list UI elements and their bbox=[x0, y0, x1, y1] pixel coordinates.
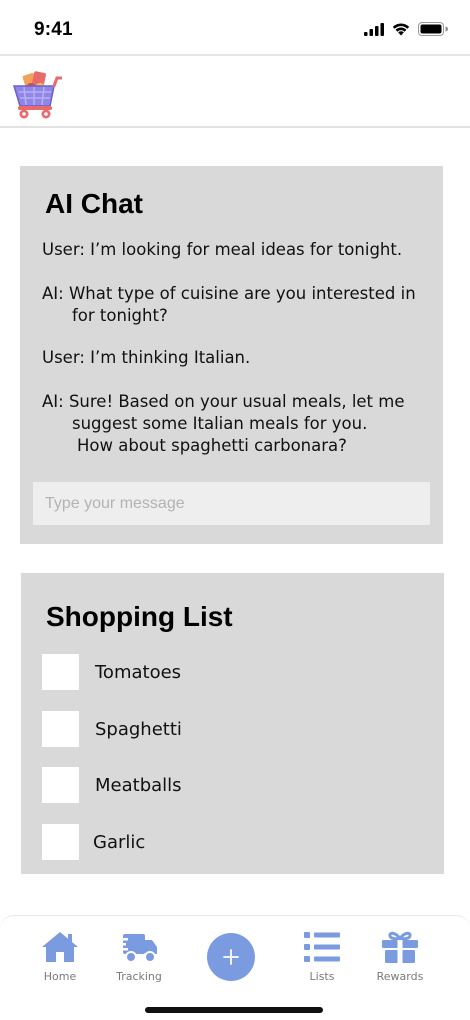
nav-label: Rewards bbox=[376, 970, 424, 983]
list-item[interactable]: Spaghetti bbox=[42, 711, 182, 747]
shopping-cart-logo-icon[interactable] bbox=[10, 68, 62, 120]
chat-message-text: AI: What type of cuisine are you interes… bbox=[42, 284, 416, 303]
item-label: Garlic bbox=[93, 831, 146, 853]
chat-message: AI: Sure! Based on your usual meals, let… bbox=[42, 391, 432, 457]
ai-chat-title: AI Chat bbox=[45, 188, 143, 219]
chat-message: AI: What type of cuisine are you interes… bbox=[42, 283, 432, 327]
chat-message-text: AI: Sure! Based on your usual meals, let… bbox=[42, 392, 405, 411]
home-indicator bbox=[145, 1007, 323, 1013]
list-item[interactable]: Meatballs bbox=[42, 767, 182, 803]
chat-message-text: for tonight? bbox=[72, 306, 168, 325]
status-icons bbox=[364, 22, 448, 36]
item-label: Tomatoes bbox=[95, 661, 182, 683]
nav-label: Lists bbox=[309, 970, 335, 983]
app-header bbox=[0, 58, 470, 128]
battery-icon bbox=[418, 22, 448, 36]
bottom-nav: Home Tracking Lists Rewards bbox=[0, 915, 470, 1020]
plus-icon bbox=[223, 949, 239, 965]
nav-item-home[interactable]: Home bbox=[25, 930, 95, 983]
nav-item-tracking[interactable]: Tracking bbox=[104, 930, 174, 983]
item-checkbox[interactable] bbox=[42, 824, 79, 860]
nav-item-lists[interactable]: Lists bbox=[287, 930, 357, 983]
chat-message: User: I’m looking for meal ideas for ton… bbox=[42, 239, 432, 261]
list-icon bbox=[304, 932, 340, 962]
nav-label: Home bbox=[43, 970, 77, 983]
item-checkbox[interactable] bbox=[42, 767, 79, 803]
list-item[interactable]: Garlic bbox=[42, 824, 145, 860]
wifi-icon bbox=[392, 23, 410, 35]
ai-chat-card: AI Chat User: I’m looking for meal ideas… bbox=[20, 166, 443, 544]
list-item[interactable]: Tomatoes bbox=[42, 654, 181, 690]
nav-label: Tracking bbox=[116, 970, 162, 983]
chat-message-input[interactable]: Type your message bbox=[33, 482, 430, 525]
cellular-signal-icon bbox=[364, 22, 384, 36]
chat-message: User: I’m thinking Italian. bbox=[42, 347, 432, 369]
item-label: Spaghetti bbox=[95, 718, 182, 740]
shopping-list-title: Shopping List bbox=[46, 601, 233, 632]
add-button[interactable] bbox=[207, 933, 255, 981]
chat-message-text: User: I’m looking for meal ideas for ton… bbox=[42, 240, 403, 259]
chat-message-text: User: I’m thinking Italian. bbox=[42, 348, 251, 367]
status-time: 9:41 bbox=[34, 19, 73, 40]
chat-input-placeholder: Type your message bbox=[45, 494, 185, 512]
delivery-truck-icon bbox=[119, 934, 157, 963]
item-checkbox[interactable] bbox=[42, 711, 79, 747]
home-icon bbox=[42, 932, 78, 962]
status-bar: 9:41 bbox=[0, 0, 470, 56]
item-checkbox[interactable] bbox=[42, 654, 79, 690]
item-label: Meatballs bbox=[95, 774, 182, 796]
gift-icon bbox=[382, 931, 418, 963]
shopping-list-card: Shopping List Tomatoes Spaghetti Meatbal… bbox=[21, 573, 444, 874]
chat-message-text: suggest some Italian meals for you. bbox=[72, 414, 368, 433]
nav-item-rewards[interactable]: Rewards bbox=[365, 930, 435, 983]
chat-message-text: How about spaghetti carbonara? bbox=[77, 436, 347, 455]
